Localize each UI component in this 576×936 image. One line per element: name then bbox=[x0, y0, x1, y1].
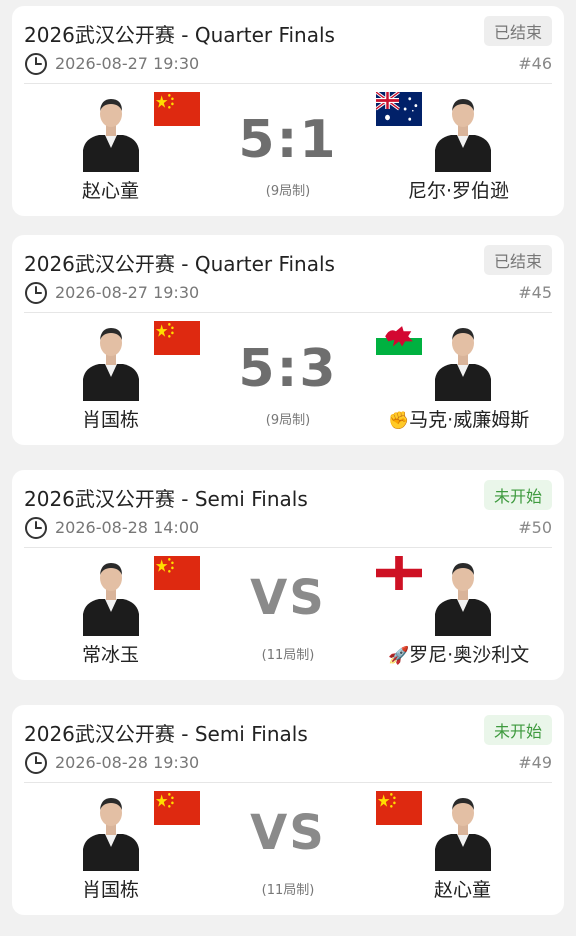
player-right[interactable] bbox=[376, 321, 506, 401]
match-vs: VS bbox=[250, 805, 326, 861]
player-name-text: 罗尼·奥沙利文 bbox=[409, 644, 530, 666]
match-title: 2026武汉公开赛 - Semi Finals bbox=[24, 722, 308, 746]
player-name-text: 马克·威廉姆斯 bbox=[409, 409, 530, 431]
status-badge: 未开始 bbox=[483, 715, 552, 745]
match-time-row: 2026-08-27 19:30 #46 bbox=[24, 51, 552, 77]
player-left[interactable] bbox=[79, 321, 209, 401]
divider bbox=[24, 83, 552, 84]
rocket-icon: 🚀 bbox=[388, 646, 410, 666]
match-time: 2026-08-27 19:30 bbox=[55, 54, 200, 73]
match-format: (9局制) bbox=[265, 184, 311, 199]
player-avatar bbox=[79, 321, 143, 401]
match-number: #46 bbox=[518, 54, 552, 73]
match-time-row: 2026-08-28 14:00 #50 bbox=[24, 515, 552, 541]
match-number: #49 bbox=[518, 753, 552, 772]
player-avatar bbox=[79, 92, 143, 172]
match-number: #45 bbox=[518, 283, 552, 302]
divider bbox=[24, 312, 552, 313]
clock-icon bbox=[24, 281, 48, 305]
status-badge: 未开始 bbox=[483, 480, 552, 510]
match-card[interactable]: 2026武汉公开赛 - Quarter Finals 已结束 2026-08-2… bbox=[12, 235, 564, 445]
match-time-row: 2026-08-28 19:30 #49 bbox=[24, 750, 552, 776]
player-avatar bbox=[431, 321, 495, 401]
match-format: (9局制) bbox=[265, 413, 311, 428]
australia-flag-icon bbox=[376, 92, 422, 126]
player-avatar bbox=[431, 791, 495, 871]
player-name[interactable]: 🚀罗尼·奥沙利文 bbox=[388, 640, 529, 667]
match-format: (11局制) bbox=[261, 648, 315, 663]
match-vs: VS bbox=[250, 570, 326, 626]
wales-flag-icon bbox=[376, 321, 422, 355]
player-avatar bbox=[79, 791, 143, 871]
divider bbox=[24, 547, 552, 548]
china-flag-icon bbox=[154, 556, 200, 590]
player-left[interactable] bbox=[79, 92, 209, 172]
player-left[interactable] bbox=[79, 556, 209, 636]
match-score: 5:3 bbox=[238, 339, 338, 399]
match-time-row: 2026-08-27 19:30 #45 bbox=[24, 280, 552, 306]
fist-icon: ✊ bbox=[388, 411, 410, 431]
clock-icon bbox=[24, 52, 48, 76]
player-name[interactable]: 赵心童 bbox=[434, 875, 491, 902]
china-flag-icon bbox=[376, 791, 422, 825]
player-avatar bbox=[431, 556, 495, 636]
status-badge: 已结束 bbox=[483, 245, 552, 275]
match-card[interactable]: 2026武汉公开赛 - Quarter Finals 已结束 2026-08-2… bbox=[12, 6, 564, 216]
china-flag-icon bbox=[154, 321, 200, 355]
clock-icon bbox=[24, 751, 48, 775]
divider bbox=[24, 782, 552, 783]
player-avatar bbox=[79, 556, 143, 636]
player-name[interactable]: 常冰玉 bbox=[82, 640, 139, 667]
match-score: 5:1 bbox=[238, 110, 338, 170]
match-time: 2026-08-27 19:30 bbox=[55, 283, 200, 302]
player-right[interactable] bbox=[376, 556, 506, 636]
player-name[interactable]: 赵心童 bbox=[82, 176, 139, 203]
match-format: (11局制) bbox=[261, 883, 315, 898]
match-time: 2026-08-28 14:00 bbox=[55, 518, 200, 537]
player-name[interactable]: ✊马克·威廉姆斯 bbox=[388, 405, 529, 432]
match-card[interactable]: 2026武汉公开赛 - Semi Finals 未开始 2026-08-28 1… bbox=[12, 705, 564, 915]
match-card[interactable]: 2026武汉公开赛 - Semi Finals 未开始 2026-08-28 1… bbox=[12, 470, 564, 680]
match-time: 2026-08-28 19:30 bbox=[55, 753, 200, 772]
match-number: #50 bbox=[518, 518, 552, 537]
china-flag-icon bbox=[154, 791, 200, 825]
player-name[interactable]: 肖国栋 bbox=[82, 405, 139, 432]
player-right[interactable] bbox=[376, 92, 506, 172]
status-badge: 已结束 bbox=[483, 16, 552, 46]
england-flag-icon bbox=[376, 556, 422, 590]
match-title: 2026武汉公开赛 - Semi Finals bbox=[24, 487, 308, 511]
player-name[interactable]: 尼尔·罗伯逊 bbox=[408, 176, 509, 203]
player-avatar bbox=[431, 92, 495, 172]
match-title: 2026武汉公开赛 - Quarter Finals bbox=[24, 23, 335, 47]
player-left[interactable] bbox=[79, 791, 209, 871]
match-title: 2026武汉公开赛 - Quarter Finals bbox=[24, 252, 335, 276]
player-right[interactable] bbox=[376, 791, 506, 871]
clock-icon bbox=[24, 516, 48, 540]
player-name[interactable]: 肖国栋 bbox=[82, 875, 139, 902]
china-flag-icon bbox=[154, 92, 200, 126]
